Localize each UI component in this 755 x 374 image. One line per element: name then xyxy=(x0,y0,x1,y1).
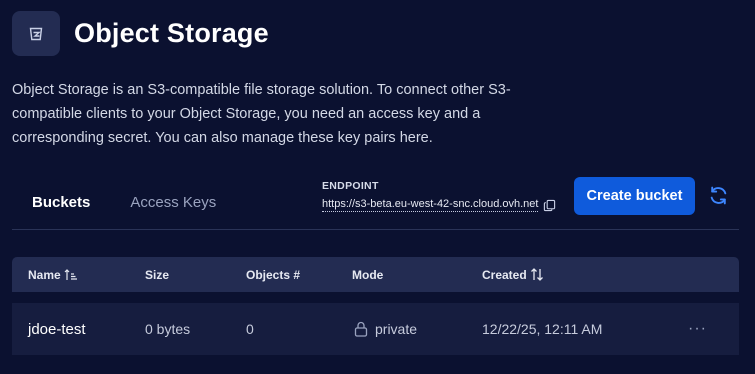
lock-icon xyxy=(354,321,368,337)
tab-buckets[interactable]: Buckets xyxy=(12,186,110,222)
bucket-name[interactable]: jdoe-test xyxy=(28,303,86,355)
column-header-mode: Mode xyxy=(352,267,384,282)
buckets-table: Name Size Objects # Mode Created jdoe-te… xyxy=(12,257,739,355)
endpoint-block: ENDPOINT https://s3-beta.eu-west-42-snc.… xyxy=(322,180,556,212)
bucket-icon xyxy=(12,11,60,56)
refresh-icon[interactable] xyxy=(708,185,729,206)
column-header-name[interactable]: Name xyxy=(28,257,78,292)
object-storage-page: Object Storage Object Storage is an S3-c… xyxy=(0,0,755,374)
tab-bar: Buckets Access Keys xyxy=(12,186,236,222)
column-header-objects: Objects # xyxy=(246,267,301,282)
tabs-divider xyxy=(12,229,739,230)
bucket-created: 12/22/25, 12:11 AM xyxy=(482,321,603,337)
column-header-created[interactable]: Created xyxy=(482,257,544,292)
bucket-size: 0 bytes xyxy=(145,321,191,337)
endpoint-row: https://s3-beta.eu-west-42-snc.cloud.ovh… xyxy=(322,198,556,212)
page-title: Object Storage xyxy=(74,18,269,48)
sort-arrows-icon[interactable] xyxy=(530,268,544,281)
row-actions-button[interactable]: ··· xyxy=(688,303,707,355)
endpoint-label: ENDPOINT xyxy=(322,180,379,192)
page-header: Object Storage xyxy=(12,11,269,56)
table-row[interactable]: jdoe-test 0 bytes 0 private 12/22/25, 12… xyxy=(12,303,739,355)
bucket-mode-label: private xyxy=(375,321,418,337)
bucket-objects: 0 xyxy=(246,321,254,337)
create-bucket-button[interactable]: Create bucket xyxy=(574,177,695,215)
tab-access-keys[interactable]: Access Keys xyxy=(110,186,236,222)
table-header: Name Size Objects # Mode Created xyxy=(12,257,739,292)
sort-ascending-icon[interactable] xyxy=(64,268,78,281)
page-description: Object Storage is an S3-compatible file … xyxy=(12,82,511,146)
endpoint-url[interactable]: https://s3-beta.eu-west-42-snc.cloud.ovh… xyxy=(322,198,539,212)
column-header-label: Created xyxy=(482,267,527,282)
column-header-label: Name xyxy=(28,267,61,282)
column-header-size: Size xyxy=(145,267,170,282)
copy-icon[interactable] xyxy=(543,199,556,212)
bucket-mode: private xyxy=(354,303,417,355)
